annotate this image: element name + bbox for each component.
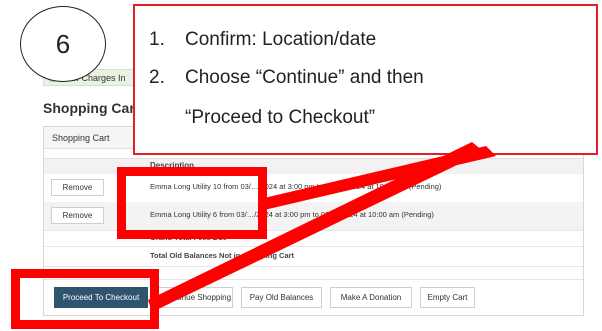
old-balances-label: Total Old Balances Not in Shopping Cart <box>150 251 295 260</box>
checkout-highlight-box <box>11 269 159 329</box>
pay-old-balances-button[interactable]: Pay Old Balances <box>241 287 322 308</box>
instruction-item: “Proceed to Checkout” <box>185 107 375 129</box>
remove-button[interactable]: Remove <box>51 179 104 196</box>
step-number: 6 <box>55 28 71 59</box>
instruction-number: 1. <box>149 29 165 50</box>
instruction-callout: 1. Confirm: Location/date 2. Choose “Conti… <box>133 4 598 155</box>
instruction-text: Confirm: Location/date <box>185 29 377 50</box>
divider <box>44 266 583 267</box>
page-title: Shopping Cart <box>43 100 140 116</box>
instruction-number: 2. <box>149 67 165 88</box>
instruction-item: 2. Choose “Continue” and then <box>149 67 424 89</box>
instruction-item: 1. Confirm: Location/date <box>149 29 376 51</box>
divider <box>44 246 583 247</box>
remove-button[interactable]: Remove <box>51 207 104 224</box>
make-donation-button[interactable]: Make A Donation <box>330 287 412 308</box>
description-highlight-box <box>117 167 267 239</box>
instruction-text: “Proceed to Checkout” <box>185 107 376 128</box>
step-number-circle: 6 <box>20 6 106 82</box>
instruction-text: Choose “Continue” and then <box>185 67 424 88</box>
continue-shopping-button[interactable]: Continue Shopping <box>156 287 233 308</box>
empty-cart-button[interactable]: Empty Cart <box>420 287 475 308</box>
